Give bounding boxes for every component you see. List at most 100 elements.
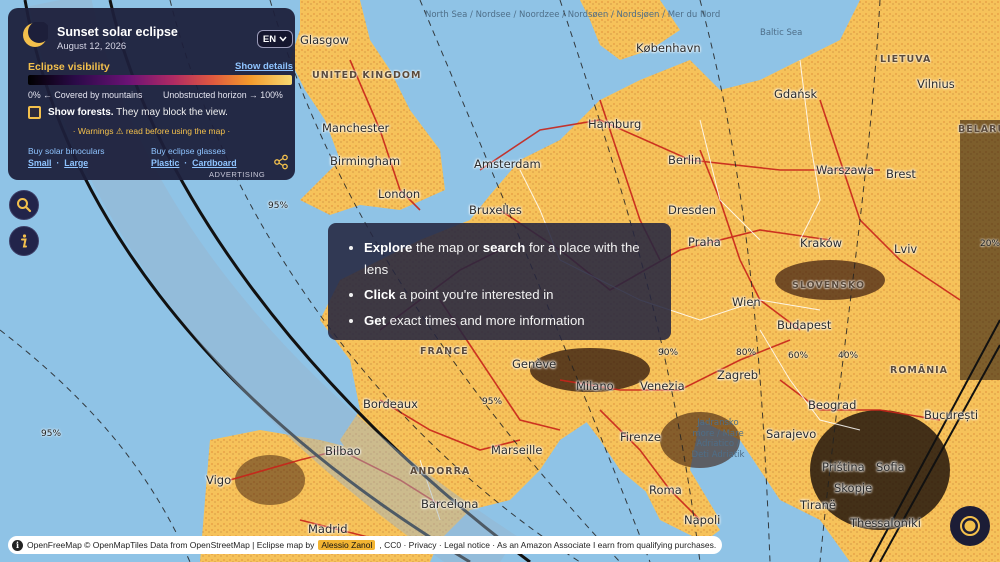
- city-label: Manchester: [322, 121, 390, 135]
- instruction-text: the map or: [412, 240, 483, 255]
- attribution-bar: i OpenFreeMap © OpenMapTiles Data from O…: [8, 536, 723, 554]
- contour-percent-label: 95%: [41, 429, 62, 439]
- country-label-lithuania: LIETUVA: [880, 54, 932, 65]
- city-label: Bordeaux: [363, 397, 418, 411]
- city-label: Beograd: [808, 398, 857, 412]
- instruction-bold: Click: [364, 287, 396, 302]
- author-link[interactable]: Alessio Zanol: [318, 540, 376, 550]
- city-label: Sarajevo: [766, 427, 817, 441]
- instructions-overlay: Explore the map or search for a place wi…: [328, 223, 671, 340]
- binoculars-links: Small · Large: [28, 158, 88, 168]
- city-label: Berlin: [668, 153, 702, 167]
- app-title: Sunset solar eclipse: [57, 25, 178, 39]
- glasses-links: Plastic · Cardboard: [151, 158, 237, 168]
- link-separator: ·: [184, 158, 188, 168]
- contour-percent-label: 95%: [482, 397, 503, 407]
- sea-label-north-sea: North Sea / Nordsee / Noordzee / Nordsøe…: [425, 10, 721, 20]
- binoculars-small-link[interactable]: Small: [28, 158, 51, 168]
- show-forests-label[interactable]: Show forests. They may block the view.: [48, 107, 228, 118]
- info-icon: [21, 234, 27, 248]
- city-label: Praha: [688, 235, 721, 249]
- show-details-link[interactable]: Show details: [235, 61, 293, 72]
- attribution-links[interactable]: , CC0 · Privacy · Legal notice · As an A…: [379, 540, 716, 550]
- city-label: København: [636, 41, 701, 55]
- advertising-label: ADVERTISING: [209, 170, 266, 179]
- city-label: Tiranë: [800, 498, 837, 512]
- binoculars-large-link[interactable]: Large: [64, 158, 88, 168]
- locate-button[interactable]: [950, 506, 990, 546]
- country-label-andorra: ANDORRA: [410, 466, 471, 477]
- instruction-item: Get exact times and more information: [364, 310, 660, 332]
- show-forests-label-rest: They may block the view.: [113, 107, 228, 118]
- chevron-down-icon: [279, 36, 287, 42]
- city-label: Thessaloniki: [850, 516, 921, 530]
- visibility-gradient-bar: [28, 75, 292, 85]
- city-label: Roma: [649, 483, 682, 497]
- country-label-belarus: BELARU: [958, 124, 1000, 135]
- city-label: Venezia: [640, 379, 685, 393]
- contour-percent-label: 95%: [268, 201, 289, 211]
- link-separator: ·: [56, 158, 60, 168]
- city-label: Priština: [822, 460, 865, 474]
- contour-percent-label: 20%: [980, 239, 1000, 249]
- language-select[interactable]: EN: [257, 30, 293, 48]
- language-value: EN: [262, 33, 277, 45]
- eclipse-date: August 12, 2026: [57, 41, 127, 52]
- warnings-link[interactable]: · Warnings ⚠ read before using the map ·: [8, 126, 295, 137]
- city-label: London: [378, 187, 421, 201]
- instruction-bold: search: [482, 240, 526, 255]
- sea-label-baltic: Baltic Sea: [760, 28, 803, 38]
- city-label: Wien: [732, 295, 761, 309]
- country-label-romania: ROMÂNIA: [890, 365, 949, 376]
- search-icon: [17, 198, 32, 213]
- country-label-uk: UNITED KINGDOM: [312, 70, 422, 81]
- instructions-list: Explore the map or search for a place wi…: [364, 237, 660, 335]
- city-label: Gdańsk: [774, 87, 818, 101]
- city-label: Skopje: [834, 481, 873, 495]
- city-label: Hamburg: [588, 117, 642, 131]
- glasses-cardboard-link[interactable]: Cardboard: [192, 158, 236, 168]
- instruction-item: Click a point you're interested in: [364, 284, 660, 306]
- buy-binoculars-label: Buy solar binoculars: [28, 146, 105, 156]
- city-label: Budapest: [777, 318, 832, 332]
- sea-label-adriatic: Jadransko more / Mare Adriatico / Deti A…: [691, 418, 745, 460]
- city-label: Barcelona: [421, 497, 479, 511]
- country-label-france: FRANCE: [420, 346, 469, 357]
- glasses-plastic-link[interactable]: Plastic: [151, 158, 179, 168]
- buy-glasses-label: Buy eclipse glasses: [151, 146, 226, 156]
- city-label: Glasgow: [300, 33, 349, 47]
- city-label: Warszawa: [816, 163, 874, 177]
- city-label: Madrid: [308, 522, 348, 536]
- visibility-legend-right: Unobstructed horizon → 100%: [163, 90, 283, 100]
- city-label: Lviv: [894, 242, 918, 256]
- share-icon[interactable]: [273, 154, 289, 170]
- visibility-label: Eclipse visibility: [28, 61, 110, 73]
- instruction-text: exact times and more information: [385, 312, 585, 328]
- city-label: Marseille: [491, 443, 543, 457]
- city-label: Vilnius: [917, 77, 955, 91]
- search-button[interactable]: [9, 190, 39, 220]
- info-button[interactable]: [9, 226, 39, 256]
- city-label: Bilbao: [325, 444, 361, 458]
- moon-eclipse-icon: [23, 22, 48, 47]
- show-forests-checkbox[interactable]: [28, 106, 41, 119]
- country-label-slovakia: SLOVENSKO: [792, 280, 866, 291]
- city-label: Genève: [512, 357, 557, 371]
- instruction-bold: Explore: [364, 240, 413, 255]
- attribution-text: OpenFreeMap © OpenMapTiles Data from Ope…: [27, 540, 315, 550]
- city-label: Birmingham: [330, 154, 401, 168]
- contour-percent-label: 40%: [838, 351, 859, 361]
- instruction-item: Explore the map or search for a place wi…: [364, 237, 660, 280]
- city-label: Bruxelles: [469, 203, 522, 217]
- city-label: Milano: [576, 379, 614, 393]
- city-label: Brest: [886, 167, 916, 181]
- visibility-legend-left: 0% ← Covered by mountains: [28, 90, 143, 100]
- city-label: Amsterdam: [474, 157, 541, 171]
- attribution-info-icon[interactable]: i: [12, 539, 23, 551]
- city-label: Zagreb: [717, 368, 759, 382]
- instruction-bold: Get: [364, 312, 386, 328]
- contour-percent-label: 80%: [736, 348, 757, 358]
- contour-percent-label: 90%: [658, 348, 679, 358]
- contour-percent-label: 60%: [788, 351, 809, 361]
- city-label: Sofia: [876, 460, 905, 474]
